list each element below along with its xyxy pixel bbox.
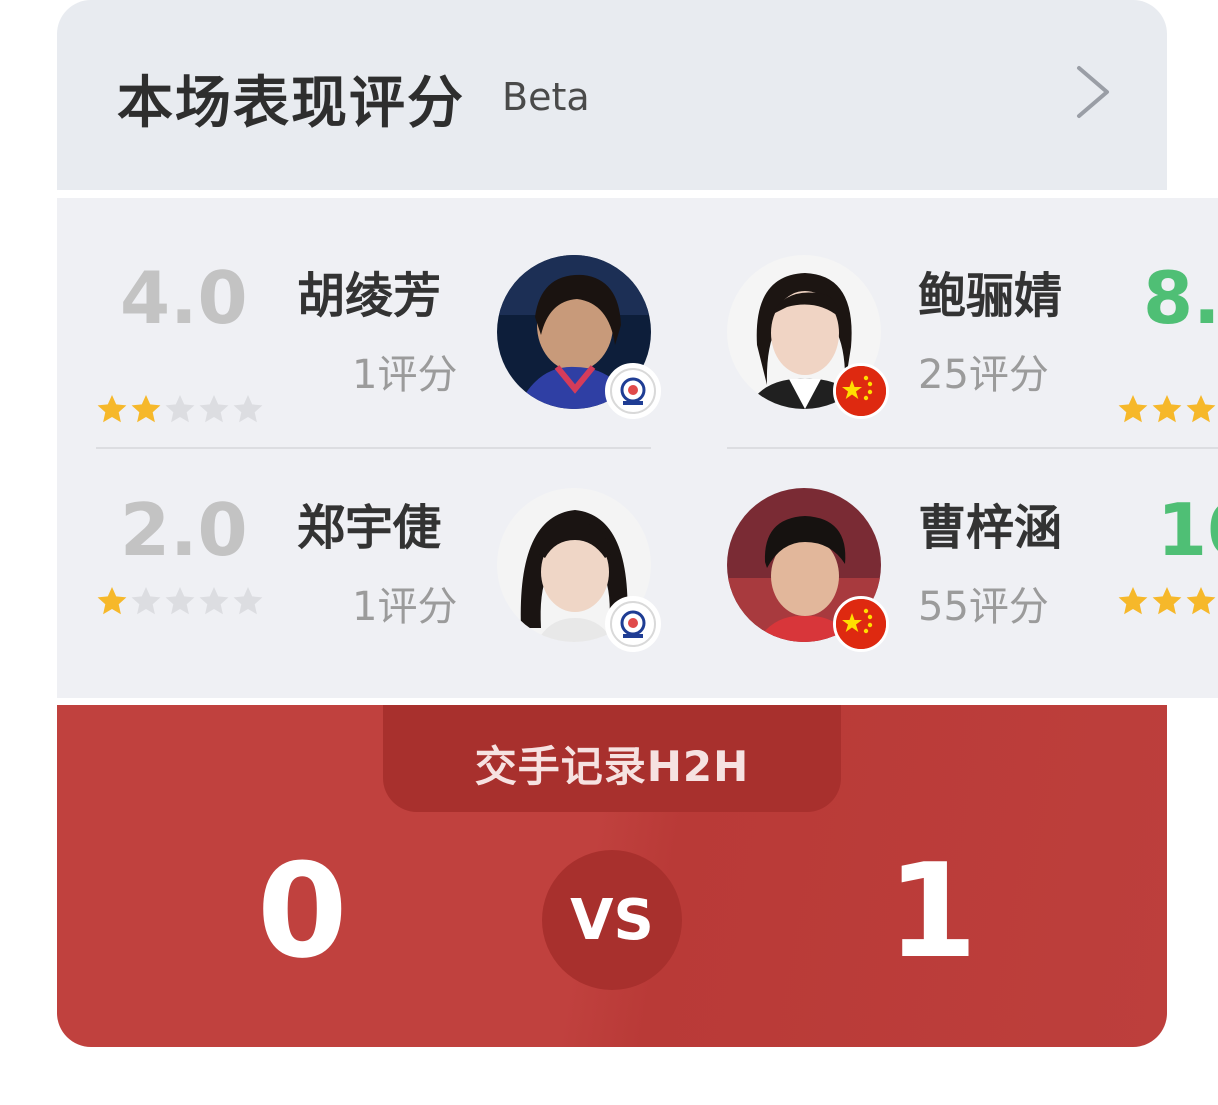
rating-count: 1评分 <box>352 584 458 630</box>
player-card[interactable]: 2.0 郑宇倢 1评分 <box>57 470 677 670</box>
h2h-tab[interactable]: 交手记录H2H <box>383 705 841 812</box>
player-card[interactable]: 4.0 胡绫芳 1评分 <box>57 238 677 438</box>
star-icon <box>233 395 263 423</box>
player-card[interactable]: 曹梓涵 55评分 10 <box>717 470 1218 670</box>
player-score: 2.0 <box>120 488 248 572</box>
row-divider <box>96 447 651 449</box>
player-ratings-panel: 4.0 胡绫芳 1评分 鲍骊婧 25评分 8. 2.0 郑宇倢 1评分 曹梓涵 … <box>57 198 1218 698</box>
star-rating <box>1117 393 1218 425</box>
star-icon <box>1118 395 1148 423</box>
star-icon <box>199 587 229 615</box>
h2h-left-score: 0 <box>257 835 348 987</box>
vs-badge: VS <box>542 850 682 990</box>
h2h-panel[interactable]: 交手记录H2H 0 VS 1 <box>57 705 1167 1047</box>
star-icon <box>131 395 161 423</box>
star-rating <box>96 393 264 425</box>
h2h-title: 交手记录H2H <box>474 742 750 791</box>
player-name: 胡绫芳 <box>297 268 442 324</box>
china-flag-icon <box>833 363 889 419</box>
star-rating <box>96 585 264 617</box>
beta-label: Beta <box>502 75 590 119</box>
star-icon <box>131 587 161 615</box>
rating-count: 25评分 <box>918 352 1049 398</box>
china-flag-icon <box>833 596 889 652</box>
star-icon <box>199 395 229 423</box>
star-icon <box>97 395 127 423</box>
player-card[interactable]: 鲍骊婧 25评分 8.9 <box>717 238 1218 438</box>
chinese-taipei-flag-icon <box>605 596 661 652</box>
star-icon <box>1118 587 1148 615</box>
star-icon <box>165 587 195 615</box>
star-icon <box>97 587 127 615</box>
player-name: 鲍骊婧 <box>918 268 1063 324</box>
chinese-taipei-flag-icon <box>605 363 661 419</box>
match-rating-page: 本场表现评分 Beta 4.0 胡绫芳 1评分 鲍骊婧 25评分 8. 2.0 … <box>0 0 1218 1105</box>
star-rating <box>1117 585 1218 617</box>
chevron-right-icon[interactable] <box>1067 62 1117 122</box>
player-score: 4.0 <box>120 256 248 340</box>
player-name: 曹梓涵 <box>918 500 1063 556</box>
star-icon <box>1152 587 1182 615</box>
rating-header[interactable]: 本场表现评分 Beta <box>57 0 1167 190</box>
star-icon <box>1186 587 1216 615</box>
star-icon <box>1152 395 1182 423</box>
rating-title: 本场表现评分 <box>117 71 465 136</box>
h2h-right-score: 1 <box>887 835 978 987</box>
player-score: 10 <box>1157 488 1218 572</box>
star-icon <box>165 395 195 423</box>
player-score: 8.9 <box>1143 256 1218 340</box>
rating-count: 55评分 <box>918 584 1049 630</box>
row-divider <box>727 447 1218 449</box>
star-icon <box>233 587 263 615</box>
rating-count: 1评分 <box>352 352 458 398</box>
player-name: 郑宇倢 <box>297 500 442 556</box>
star-icon <box>1186 395 1216 423</box>
